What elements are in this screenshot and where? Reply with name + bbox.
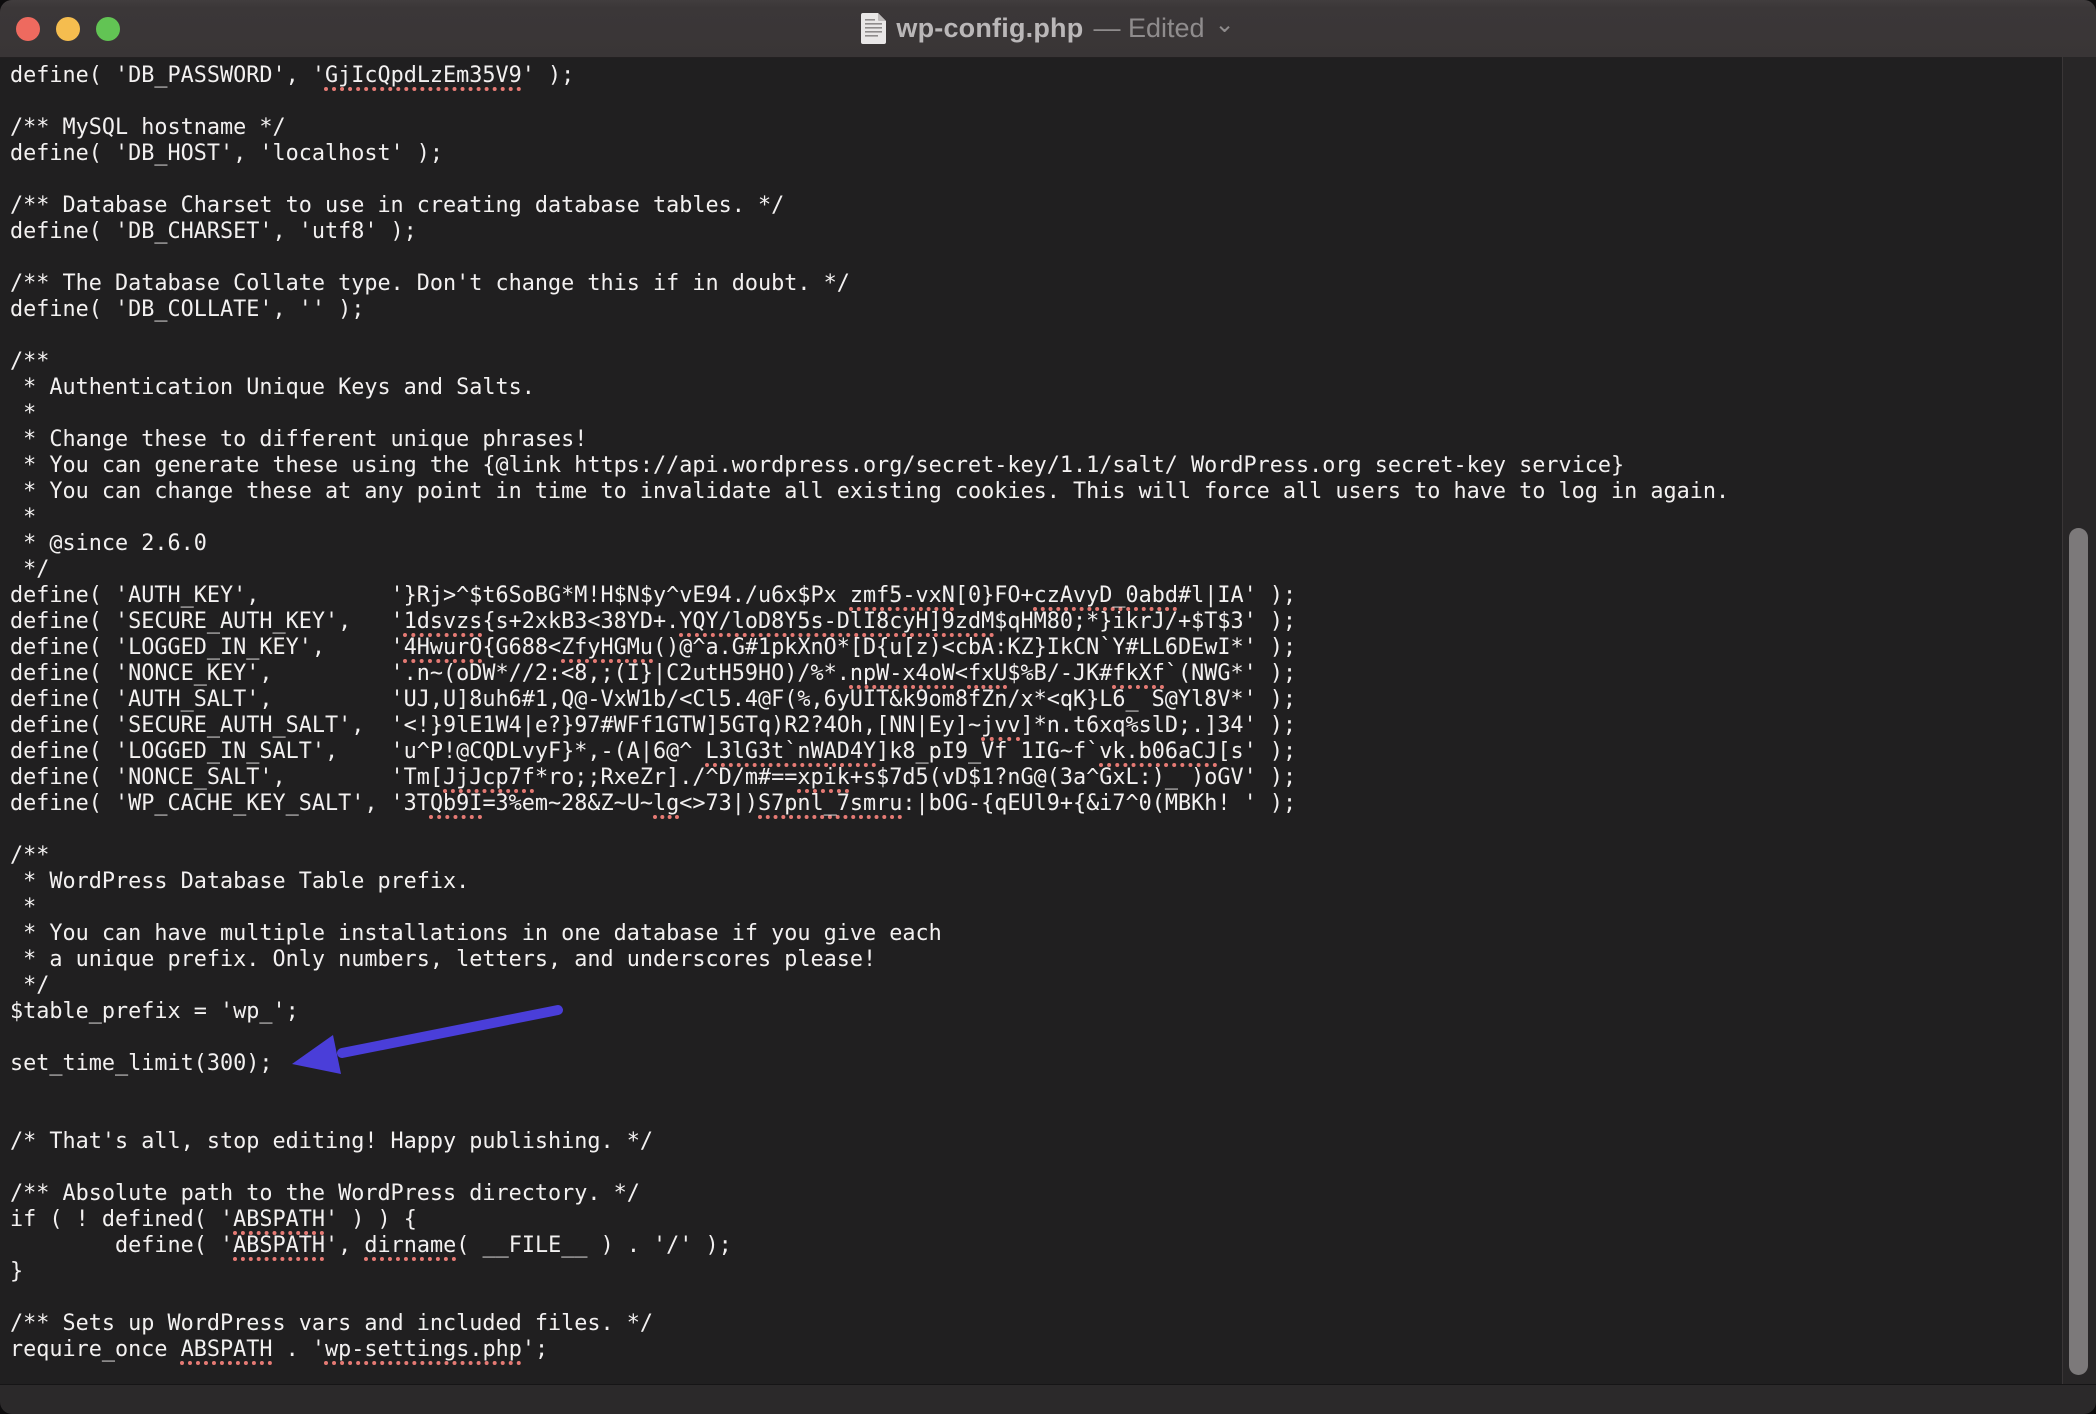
spellcheck-underlined-text: L3lG3t`nWAD4Y (706, 739, 877, 764)
spellcheck-underlined-text: ZfyHGMu (561, 635, 653, 660)
document-icon (861, 13, 886, 44)
code-line: define( 'SECURE_AUTH_KEY', '1dsvzs{s+2xk… (10, 609, 2063, 635)
spellcheck-underlined-text: jvv (981, 713, 1020, 738)
code-line: define( 'DB_PASSWORD', 'GjIcQpdLzEm35V9'… (10, 63, 2063, 89)
code-line: define( 'DB_CHARSET', 'utf8' ); (10, 219, 2063, 245)
code-line: if ( ! defined( 'ABSPATH' ) ) { (10, 1207, 2063, 1233)
code-line (10, 245, 2063, 271)
spellcheck-underlined-text: fxU (968, 661, 1007, 686)
code-line: define( 'AUTH_KEY', '}Rj>^$t6SoBG*M!H$N$… (10, 583, 2063, 609)
title-chevron-down-icon[interactable]: ⌄ (1215, 15, 1235, 35)
zoom-button[interactable] (96, 17, 120, 41)
code-line: /** Database Charset to use in creating … (10, 193, 2063, 219)
code-line: define( 'NONCE_SALT', 'Tm[JjJcp7f*ro;;Rx… (10, 765, 2063, 791)
code-line: /** Sets up WordPress vars and included … (10, 1311, 2063, 1337)
code-line: * You can generate these using the {@lin… (10, 453, 2063, 479)
code-line: define( 'WP_CACHE_KEY_SALT', '3TQb9I=3%e… (10, 791, 2063, 817)
vertical-scrollbar-thumb[interactable] (2069, 528, 2088, 1375)
code-line: * (10, 895, 2063, 921)
spellcheck-underlined-text: npW-x4oW (850, 661, 955, 686)
spellcheck-underlined-text: ABSPATH (233, 1207, 325, 1232)
code-line (10, 167, 2063, 193)
code-line: * Change these to different unique phras… (10, 427, 2063, 453)
code-line: $table_prefix = 'wp_'; (10, 999, 2063, 1025)
title-bar: wp-config.php — Edited ⌄ (0, 0, 2096, 58)
code-line: define( 'DB_COLLATE', '' ); (10, 297, 2063, 323)
spellcheck-underlined-text: 4HwurO (404, 635, 483, 660)
code-line: * WordPress Database Table prefix. (10, 869, 2063, 895)
spellcheck-underlined-text: dirname (364, 1233, 456, 1258)
spellcheck-underlined-text: lg (653, 791, 679, 816)
spellcheck-underlined-text: xpik (797, 765, 850, 790)
code-line: * (10, 401, 2063, 427)
code-line: /* That's all, stop editing! Happy publi… (10, 1129, 2063, 1155)
spellcheck-underlined-text: zmf5-vxN (850, 583, 955, 608)
code-line (10, 323, 2063, 349)
code-line: /** The Database Collate type. Don't cha… (10, 271, 2063, 297)
code-line: */ (10, 973, 2063, 999)
code-line: * @since 2.6.0 (10, 531, 2063, 557)
code-line: /** (10, 349, 2063, 375)
code-line: * You can change these at any point in t… (10, 479, 2063, 505)
code-line: define( 'AUTH_SALT', 'UJ,U]8uh6#1,Q@-VxW… (10, 687, 2063, 713)
code-line (10, 817, 2063, 843)
document-status: — Edited (1093, 13, 1204, 44)
code-text-area[interactable]: define( 'DB_PASSWORD', 'GjIcQpdLzEm35V9'… (0, 57, 2063, 1385)
spellcheck-underlined-text: JjJcp7f (443, 765, 535, 790)
code-line: */ (10, 557, 2063, 583)
code-line: set_time_limit(300); (10, 1051, 2063, 1077)
code-line: define( 'LOGGED_IN_KEY', '4HwurO{G688<Zf… (10, 635, 2063, 661)
minimize-button[interactable] (56, 17, 80, 41)
spellcheck-underlined-text: czAvyD_0abd (1034, 583, 1178, 608)
code-line (10, 89, 2063, 115)
code-line: define( 'ABSPATH', dirname( __FILE__ ) .… (10, 1233, 2063, 1259)
spellcheck-underlined-text: 1dsvzs (404, 609, 483, 634)
spellcheck-underlined-text: wp-settings.php (325, 1337, 522, 1362)
spellcheck-underlined-text: Qb9I (430, 791, 483, 816)
code-line: * You can have multiple installations in… (10, 921, 2063, 947)
code-line: /** (10, 843, 2063, 869)
window-title: wp-config.php — Edited ⌄ (861, 13, 1234, 44)
spellcheck-underlined-text: fkXf (1112, 661, 1165, 686)
spellcheck-underlined-text: vk.b06aCJ (1099, 739, 1217, 764)
code-line: * (10, 505, 2063, 531)
code-line (10, 1155, 2063, 1181)
spellcheck-underlined-text: S7pnl_7smru (758, 791, 902, 816)
code-line: require_once ABSPATH . 'wp-settings.php'… (10, 1337, 2063, 1363)
code-line: define( 'LOGGED_IN_SALT', 'u^P!@CQDLvyF}… (10, 739, 2063, 765)
code-line: } (10, 1259, 2063, 1285)
spellcheck-underlined-text: GjIcQpdLzEm35V9 (325, 63, 522, 88)
code-line: define( 'NONCE_KEY', '.n~(oDW*//2:<8,;(I… (10, 661, 2063, 687)
code-line: /** MySQL hostname */ (10, 115, 2063, 141)
code-line (10, 1077, 2063, 1103)
code-line: define( 'SECURE_AUTH_SALT', '<!}9lE1W4|e… (10, 713, 2063, 739)
spellcheck-underlined-text: YQY/loD8Y5s-DlI8cyH]9zdM (679, 609, 994, 634)
document-title: wp-config.php (896, 13, 1083, 44)
window-bottom-bar (0, 1384, 2096, 1414)
code-line (10, 1025, 2063, 1051)
spellcheck-underlined-text: ABSPATH (233, 1233, 325, 1258)
vertical-scrollbar-track[interactable] (2062, 57, 2096, 1385)
code-line: * Authentication Unique Keys and Salts. (10, 375, 2063, 401)
window-controls (16, 0, 120, 57)
code-line: * a unique prefix. Only numbers, letters… (10, 947, 2063, 973)
code-line (10, 1103, 2063, 1129)
code-line: /** Absolute path to the WordPress direc… (10, 1181, 2063, 1207)
spellcheck-underlined-text: ABSPATH (181, 1337, 273, 1362)
close-button[interactable] (16, 17, 40, 41)
text-editor-window: wp-config.php — Edited ⌄ define( 'DB_PAS… (0, 0, 2096, 1414)
code-line: define( 'DB_HOST', 'localhost' ); (10, 141, 2063, 167)
code-line (10, 1285, 2063, 1311)
